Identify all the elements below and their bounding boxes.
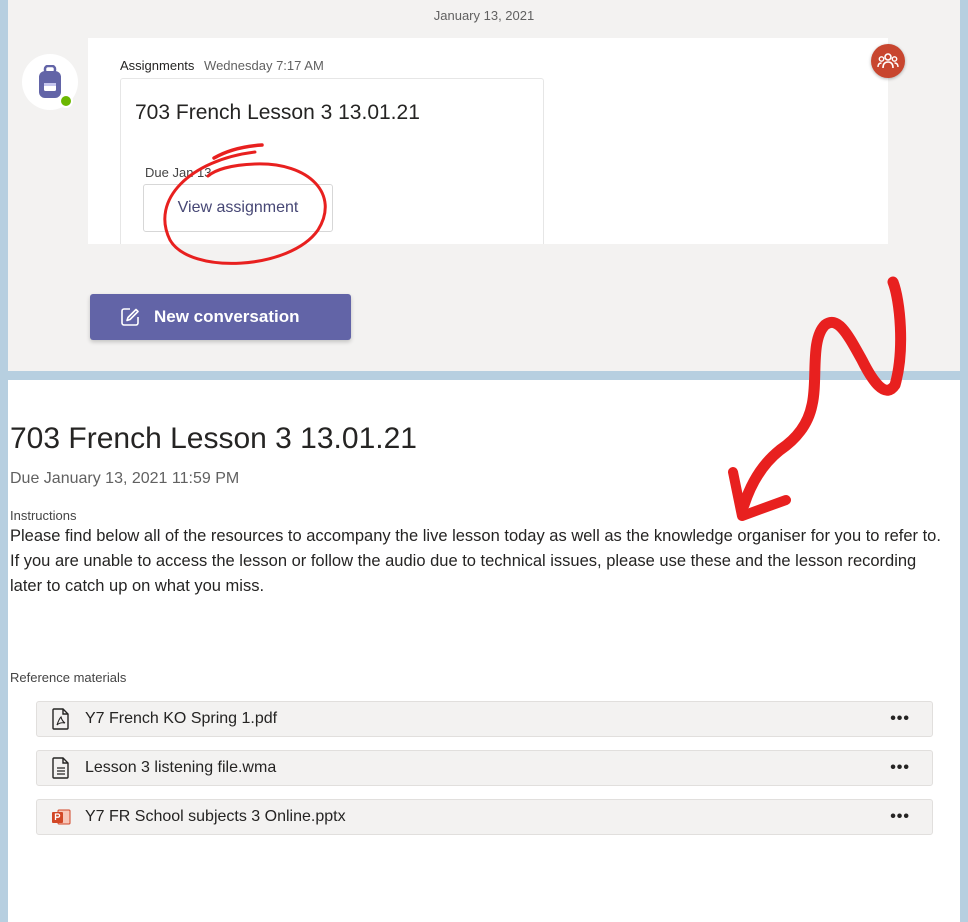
new-conversation-button[interactable]: New conversation bbox=[90, 294, 351, 340]
reference-file-row[interactable]: Y7 FR School subjects 3 Online.pptx ••• bbox=[36, 799, 933, 835]
assignment-due-date: Due January 13, 2021 11:59 PM bbox=[10, 470, 240, 487]
assignment-card-due: Due Jan 13 bbox=[145, 165, 212, 180]
reference-materials-label: Reference materials bbox=[10, 670, 127, 685]
post-timestamp: Wednesday 7:17 AM bbox=[204, 58, 324, 73]
assignment-title: 703 French Lesson 3 13.01.21 bbox=[10, 422, 417, 455]
file-name: Lesson 3 listening file.wma bbox=[85, 759, 277, 776]
team-avatar[interactable] bbox=[871, 44, 905, 78]
assignment-card[interactable]: 703 French Lesson 3 13.01.21 Due Jan 13 … bbox=[120, 78, 544, 244]
assignment-detail-panel: 703 French Lesson 3 13.01.21 Due January… bbox=[8, 380, 960, 922]
reference-file-row[interactable]: Y7 French KO Spring 1.pdf ••• bbox=[36, 701, 933, 737]
file-name: Y7 French KO Spring 1.pdf bbox=[85, 710, 278, 727]
more-options-icon[interactable]: ••• bbox=[890, 710, 910, 728]
powerpoint-file-icon bbox=[51, 806, 71, 828]
compose-icon bbox=[121, 308, 139, 326]
date-divider: January 13, 2021 bbox=[433, 8, 535, 23]
instructions-text: Please find below all of the resources t… bbox=[10, 527, 941, 595]
file-name: Y7 FR School subjects 3 Online.pptx bbox=[85, 808, 346, 825]
more-options-icon[interactable]: ••• bbox=[890, 808, 910, 826]
backpack-icon bbox=[39, 65, 61, 98]
reference-file-row[interactable]: Lesson 3 listening file.wma ••• bbox=[36, 750, 933, 786]
post-author[interactable]: Assignments bbox=[120, 58, 194, 73]
assignment-card-title: 703 French Lesson 3 13.01.21 bbox=[135, 101, 420, 124]
presence-available-icon bbox=[59, 94, 73, 108]
more-options-icon[interactable]: ••• bbox=[890, 759, 910, 777]
pdf-file-icon bbox=[51, 708, 71, 730]
view-assignment-button[interactable]: View assignment bbox=[143, 184, 333, 232]
people-group-icon bbox=[877, 53, 899, 69]
channel-panel: January 13, 2021 Assignments Wednesday 7… bbox=[8, 0, 960, 371]
new-conversation-label: New conversation bbox=[154, 307, 300, 326]
post-header: Assignments Wednesday 7:17 AM bbox=[120, 58, 324, 73]
document-file-icon bbox=[51, 757, 71, 779]
instructions-label: Instructions bbox=[10, 508, 77, 523]
